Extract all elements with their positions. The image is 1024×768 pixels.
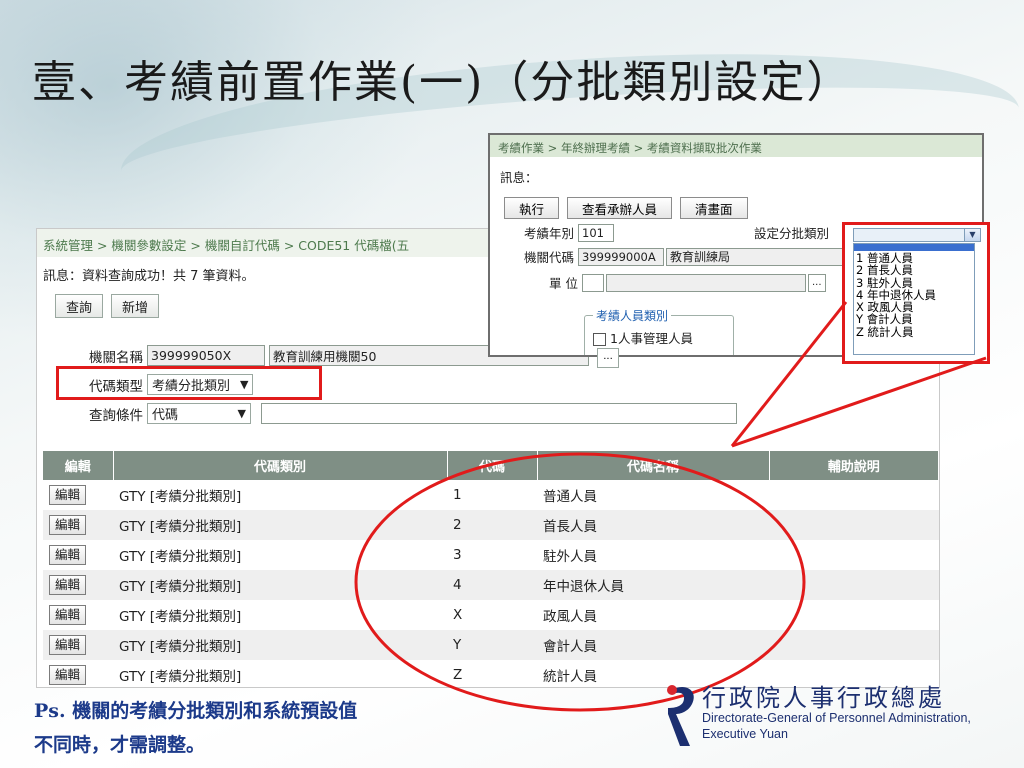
callout-line-right: [731, 356, 987, 448]
logo-english-line1: Directorate-General of Personnel Adminis…: [702, 711, 971, 725]
annotation-overlay: [354, 301, 987, 712]
callout-line-left: [730, 301, 848, 447]
logo-chinese-name: 行政院人事行政總處: [702, 684, 945, 712]
logo-english-line2: Executive Yuan: [702, 727, 788, 741]
logo-english-name: Directorate-General of Personnel Adminis…: [702, 710, 971, 742]
footnote-line1: Ps. 機關的考績分批類別和系統預設值: [34, 700, 358, 722]
footnote: Ps. 機關的考績分批類別和系統預設值 不同時，才需調整。: [34, 694, 357, 762]
logo-mark-icon: [667, 685, 694, 746]
footnote-line2: 不同時，才需調整。: [34, 734, 206, 756]
highlight-ellipse: [354, 452, 806, 712]
agency-logo: 行政院人事行政總處 Directorate-General of Personn…: [662, 676, 1022, 764]
